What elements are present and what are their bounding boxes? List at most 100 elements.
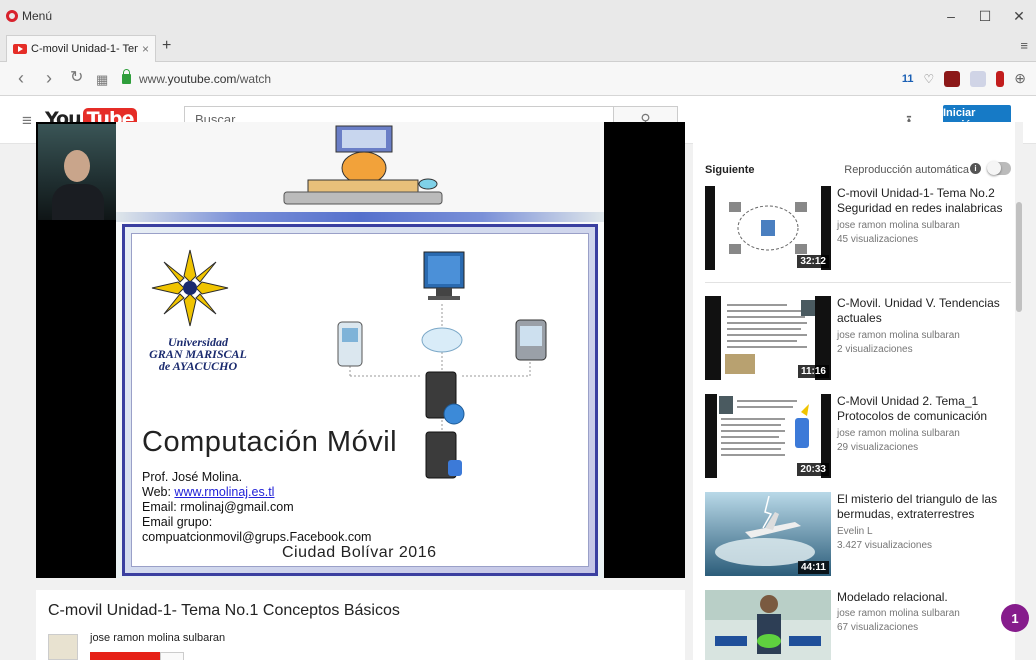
menu-label: Menú [22, 9, 53, 23]
channel-name[interactable]: jose ramon molina sulbaran [90, 632, 225, 644]
minimize-button[interactable]: – [934, 0, 968, 32]
slide-frame: Universidad GRAN MARISCAL de AYACUCHO Co… [122, 224, 598, 576]
related-video-channel: jose ramon molina sulbaran [837, 330, 960, 341]
related-video-channel: jose ramon molina sulbaran [837, 608, 960, 619]
database-server-icon [425, 431, 462, 479]
tab-youtube[interactable]: C-movil Unidad-1- Tema No.1 × [6, 35, 156, 62]
back-arrow-icon[interactable]: ‹ [18, 69, 24, 87]
bookmark-extension-icon[interactable] [996, 70, 1005, 87]
video-thumbnail[interactable]: 11:16 [705, 296, 831, 380]
pda-right-icon [515, 319, 547, 361]
guide-menu-icon[interactable]: ≡ [22, 111, 32, 131]
new-tab-button[interactable]: + [162, 37, 171, 55]
video-thumbnail[interactable] [705, 590, 831, 660]
lastpass-extension-icon[interactable] [970, 70, 987, 87]
related-video-title[interactable]: Modelado relacional. [837, 590, 1015, 605]
speed-dial-icon[interactable]: ▦ [96, 71, 108, 89]
sidebar-divider [705, 282, 1011, 283]
url-field[interactable]: www. youtube.com/watch [118, 68, 856, 90]
slide-email: Email: rmolinaj@gmail.com [142, 500, 294, 514]
info-icon[interactable]: i [970, 163, 981, 174]
video-info-card: C-movil Unidad-1- Tema No.1 Conceptos Bá… [36, 590, 685, 660]
video-duration: 32:12 [797, 255, 829, 268]
slide-band [116, 212, 604, 222]
window-controls: – ☐ ✕ [934, 0, 1036, 32]
slide-contact-block: Prof. José Molina. Web: www.rmolinaj.es.… [142, 470, 371, 545]
video-thumbnail[interactable]: 44:11 [705, 492, 831, 576]
presenter-head [64, 150, 90, 182]
autoplay-toggle[interactable] [987, 161, 1011, 175]
reload-icon[interactable]: ↻ [70, 69, 83, 87]
presenter-body [52, 184, 104, 220]
tab-menu-icon[interactable]: ≡ [1020, 38, 1028, 53]
next-label: Siguiente [705, 164, 755, 176]
autoplay-label: Reproducción automática [844, 164, 969, 176]
channel-avatar[interactable] [48, 634, 78, 660]
video-thumbnail[interactable]: 20:33 [705, 394, 831, 478]
slide-web-line: Web: www.rmolinaj.es.tl [142, 485, 371, 500]
related-video-channel: jose ramon molina sulbaran [837, 220, 960, 231]
related-video-title[interactable]: C-Movil Unidad 2. Tema_1 Protocolos de c… [837, 394, 1015, 424]
video-title: C-movil Unidad-1- Tema No.1 Conceptos Bá… [48, 602, 400, 619]
tab-bar: C-movil Unidad-1- Tema No.1 × + ≡ [0, 32, 1036, 62]
related-video-views: 3.427 visualizaciones [837, 540, 933, 551]
university-name: Universidad GRAN MARISCAL de AYACUCHO [144, 336, 252, 372]
forward-arrow-icon[interactable]: › [46, 69, 52, 87]
video-duration: 11:16 [797, 365, 829, 378]
opera-menu-button[interactable]: Menú [6, 9, 52, 23]
video-thumbnail[interactable]: 32:12 [705, 186, 831, 270]
video-duration: 20:33 [797, 463, 829, 476]
related-video-item[interactable]: 20:33 C-Movil Unidad 2. Tema_1 Protocolo… [705, 394, 1015, 486]
address-bar: ‹ › ↻ ▦ www. youtube.com/watch 11 ♡ ⊕ [0, 62, 1036, 96]
related-video-item[interactable]: 44:11 El misterio del triangulo de las b… [705, 492, 1015, 584]
related-video-item[interactable]: 32:12 C-movil Unidad-1- Tema No.2 Seguri… [705, 186, 1015, 278]
university-logo-icon [151, 249, 229, 327]
cloud-icon [421, 327, 463, 353]
phone-left-icon [337, 321, 363, 367]
tab-title: C-movil Unidad-1- Tema No.1 [31, 43, 138, 55]
relational-model-thumb [705, 590, 831, 660]
tab-close-icon[interactable]: × [142, 42, 149, 56]
related-video-views: 29 visualizaciones [837, 442, 919, 453]
scrollbar-thumb[interactable] [1016, 202, 1022, 312]
subscribe-button[interactable] [90, 652, 160, 660]
related-video-title[interactable]: C-movil Unidad-1- Tema No.2 Seguridad en… [837, 186, 1015, 216]
heart-icon[interactable]: ♡ [924, 72, 935, 86]
video-player[interactable]: Universidad GRAN MARISCAL de AYACUCHO Co… [36, 122, 685, 578]
url-path: /watch [236, 72, 272, 86]
related-video-views: 2 visualizaciones [837, 344, 913, 355]
computer-cartoon-icon [283, 125, 443, 205]
notification-badge[interactable]: 1 [1001, 604, 1029, 632]
web-label: Web: [142, 485, 175, 499]
sidebar-scrollbar[interactable] [1015, 122, 1023, 660]
maximize-button[interactable]: ☐ [968, 0, 1002, 32]
related-video-title[interactable]: El misterio del triangulo de las bermuda… [837, 492, 1015, 522]
webcam-overlay [38, 124, 116, 220]
related-video-views: 67 visualizaciones [837, 622, 919, 633]
opera-logo-icon [6, 10, 18, 22]
related-video-title[interactable]: C-Movil. Unidad V. Tendencias actuales [837, 296, 1015, 326]
download-icon[interactable]: ⊕ [1014, 70, 1026, 87]
adblock-badge[interactable]: 11 [902, 73, 914, 85]
related-video-item[interactable]: Modelado relacional. jose ramon molina s… [705, 590, 1015, 660]
related-sidebar: Siguiente Reproducción automática i 32:1… [693, 122, 1023, 660]
slide-group-email: compuatcionmovil@grups.Facebook.com [142, 530, 372, 544]
related-video-channel: Evelin L [837, 526, 873, 537]
extensions-row: 11 ♡ ⊕ [902, 70, 1026, 87]
ublock-extension-icon[interactable] [944, 70, 961, 87]
slide-author: Prof. José Molina. [142, 470, 243, 484]
url-domain: youtube.com [167, 72, 237, 86]
video-duration: 44:11 [797, 561, 829, 574]
university-line-3: de AYACUCHO [158, 359, 238, 373]
lock-icon [122, 69, 131, 84]
presentation-slide: Universidad GRAN MARISCAL de AYACUCHO Co… [116, 122, 604, 578]
monitor-icon [423, 251, 465, 300]
close-window-button[interactable]: ✕ [1002, 0, 1036, 32]
slide-city: Ciudad Bolívar 2016 [282, 544, 437, 561]
related-video-channel: jose ramon molina sulbaran [837, 428, 960, 439]
youtube-favicon-icon [13, 44, 27, 54]
slide-title: Computación Móvil [142, 426, 398, 458]
browser-titlebar: Menú – ☐ ✕ [0, 0, 1036, 32]
related-video-item[interactable]: 11:16 C-Movil. Unidad V. Tendencias actu… [705, 296, 1015, 388]
url-prefix: www. [139, 72, 168, 86]
